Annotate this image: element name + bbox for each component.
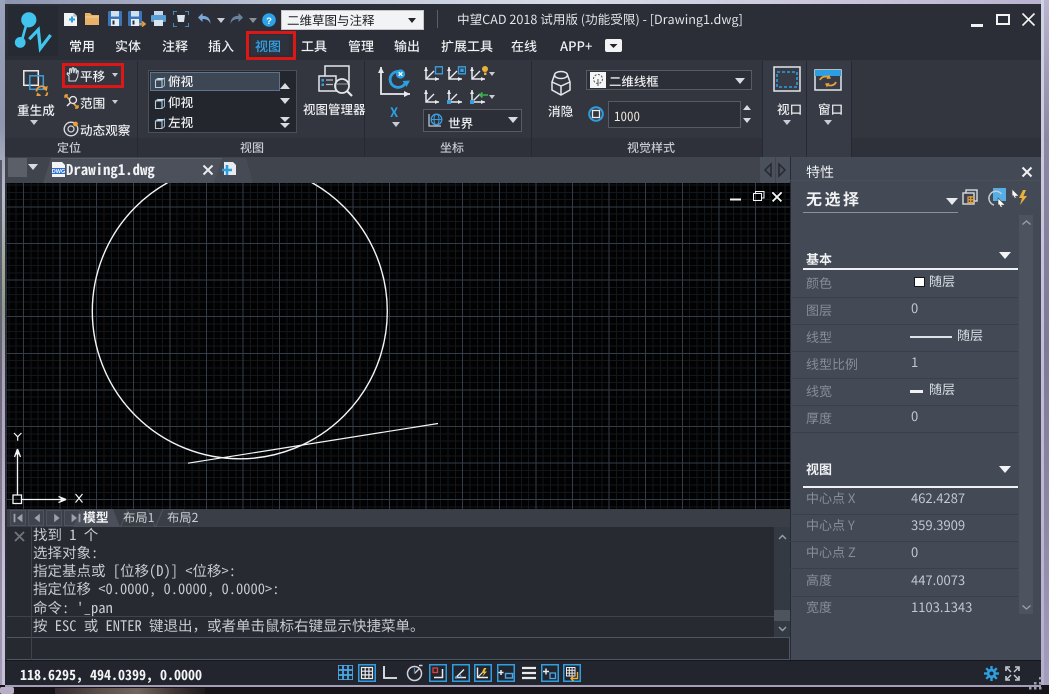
svg-text:?: ? xyxy=(266,16,272,27)
svg-text:DWG: DWG xyxy=(52,169,65,175)
